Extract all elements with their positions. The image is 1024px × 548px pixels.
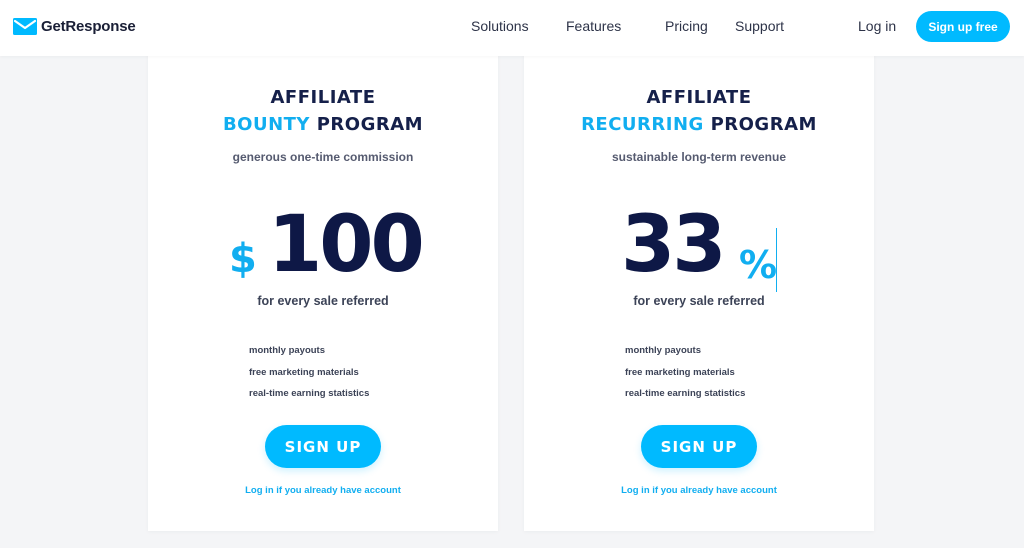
- card-subtitle: generous one-time commission: [232, 150, 414, 164]
- top-navigation-bar: GetResponse Solutions Features Pricing S…: [0, 0, 1024, 56]
- nav-support[interactable]: Support: [735, 18, 784, 34]
- per-sale-caption: for every sale referred: [257, 294, 389, 308]
- card-title-rest: PROGRAM: [703, 114, 817, 135]
- logo-text: GetResponse: [41, 17, 136, 35]
- bounty-login-link[interactable]: Log in if you already have account: [148, 485, 498, 496]
- nav-pricing[interactable]: Pricing: [665, 18, 708, 34]
- bounty-program-card: AFFILIATE BOUNTY PROGRAM generous one-ti…: [148, 40, 498, 531]
- card-title-accent: BOUNTY: [222, 114, 310, 135]
- commission-amount: 33: [621, 200, 727, 290]
- card-title-accent: RECURRING: [581, 114, 704, 135]
- feature-item: free marketing materials: [249, 366, 359, 378]
- text-cursor: [776, 228, 777, 292]
- card-title-line2: RECURRING PROGRAM: [524, 114, 874, 135]
- envelope-logo-icon: [13, 17, 37, 35]
- feature-item: monthly payouts: [249, 345, 326, 356]
- nav-features[interactable]: Features: [566, 18, 621, 34]
- bounty-sign-up-button[interactable]: SIGN UP: [265, 425, 381, 468]
- card-title-line2: BOUNTY PROGRAM: [148, 114, 498, 135]
- card-title-line1: AFFILIATE: [270, 87, 376, 108]
- getresponse-logo[interactable]: GetResponse: [13, 16, 136, 36]
- feature-item: real-time earning statistics: [625, 388, 746, 399]
- per-sale-caption: for every sale referred: [633, 294, 765, 308]
- feature-list: monthly payouts free marketing materials…: [249, 345, 369, 410]
- feature-item: real-time earning statistics: [249, 388, 370, 399]
- card-title-rest: PROGRAM: [309, 114, 424, 135]
- feature-list: monthly payouts free marketing materials…: [625, 345, 745, 410]
- card-title-line1: AFFILIATE: [646, 87, 752, 108]
- commission-amount: 100: [268, 200, 425, 290]
- card-subtitle: sustainable long-term revenue: [611, 150, 787, 164]
- feature-item: free marketing materials: [625, 366, 735, 378]
- recurring-sign-up-button[interactable]: SIGN UP: [641, 425, 757, 468]
- recurring-login-link[interactable]: Log in if you already have account: [524, 485, 874, 496]
- nav-solutions[interactable]: Solutions: [471, 18, 529, 34]
- percent-symbol: %: [739, 243, 778, 287]
- nav-login[interactable]: Log in: [858, 18, 896, 34]
- recurring-program-card: AFFILIATE RECURRING PROGRAM sustainable …: [524, 40, 874, 531]
- feature-item: monthly payouts: [625, 345, 702, 356]
- sign-up-free-button[interactable]: Sign up free: [916, 11, 1010, 42]
